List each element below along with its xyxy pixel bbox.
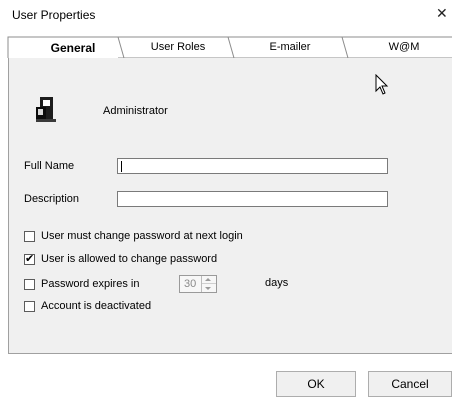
window-title: User Properties — [12, 8, 96, 22]
ok-button[interactable]: OK — [276, 371, 356, 397]
cancel-button[interactable]: Cancel — [368, 371, 452, 397]
stepper-up-icon[interactable] — [205, 278, 211, 281]
password-expires-checkbox[interactable] — [24, 278, 35, 290]
tab-wam[interactable]: W@M — [356, 41, 452, 53]
days-label: days — [265, 277, 289, 289]
must-change-password-checkbox[interactable] — [24, 230, 35, 242]
tab-general[interactable]: General — [28, 41, 118, 55]
description-field[interactable] — [117, 191, 388, 207]
text-caret — [121, 161, 122, 172]
tab-e-mailer[interactable]: E-mailer — [238, 41, 342, 53]
checkmark-icon: ✔ — [25, 252, 35, 265]
close-button[interactable]: ✕ — [436, 5, 448, 22]
stepper-divider — [202, 283, 216, 284]
password-expires-option[interactable]: Password expires in — [24, 277, 139, 291]
account-deactivated-label: Account is deactivated — [41, 300, 152, 312]
user-name: Administrator — [103, 105, 168, 117]
full-name-field[interactable] — [117, 158, 388, 174]
mouse-cursor-icon — [375, 74, 389, 95]
user-icon — [36, 97, 56, 122]
account-deactivated-option[interactable]: Account is deactivated — [24, 299, 151, 313]
expires-days-stepper[interactable]: 30 — [179, 275, 217, 293]
tab-strip: General User Roles E-mailer W@M — [0, 27, 452, 59]
must-change-password-option[interactable]: User must change password at next login — [24, 229, 243, 243]
allowed-change-password-label: User is allowed to change password — [41, 253, 218, 265]
allowed-change-password-option[interactable]: ✔ User is allowed to change password — [24, 252, 217, 266]
tab-user-roles[interactable]: User Roles — [128, 41, 228, 53]
must-change-password-label: User must change password at next login — [41, 230, 243, 242]
stepper-down-icon[interactable] — [205, 287, 211, 290]
allowed-change-password-checkbox[interactable]: ✔ — [24, 252, 35, 265]
title-bar: User Properties ✕ — [0, 0, 452, 27]
stepper-buttons[interactable] — [201, 276, 216, 292]
password-expires-label: Password expires in — [41, 278, 140, 290]
account-deactivated-checkbox[interactable] — [24, 300, 35, 312]
expires-days-value: 30 — [184, 278, 197, 290]
full-name-label: Full Name — [24, 160, 75, 172]
description-label: Description — [24, 193, 80, 205]
